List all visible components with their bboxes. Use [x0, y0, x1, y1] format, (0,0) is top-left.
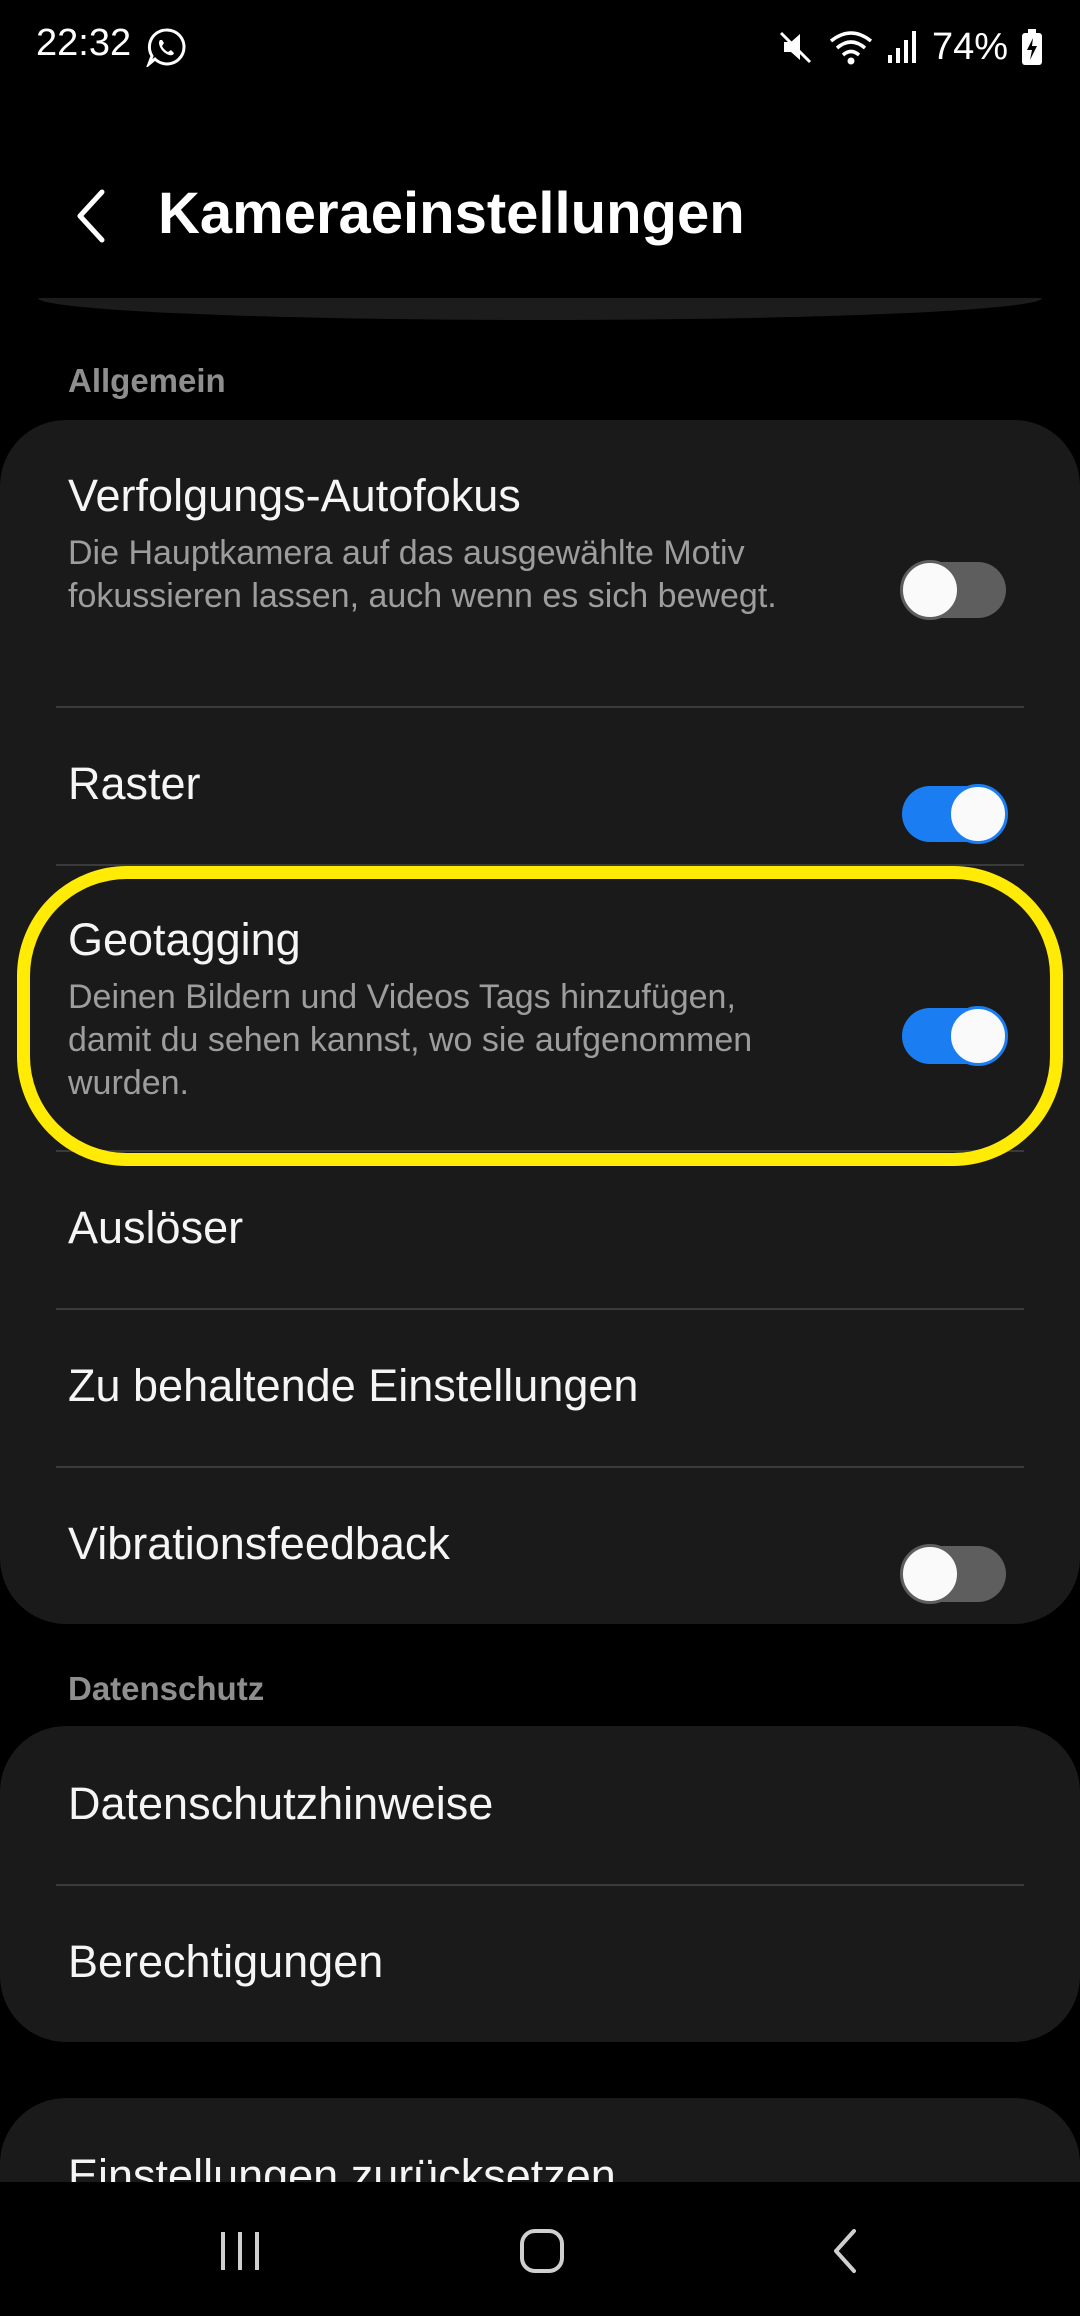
navigation-bar	[0, 2182, 1080, 2316]
divider	[56, 1308, 1024, 1310]
nav-back-icon	[834, 2229, 856, 2273]
setting-geotagging[interactable]: Geotagging Deinen Bildern und Videos Tag…	[68, 914, 1012, 1105]
setting-title: Auslöser	[68, 1202, 244, 1253]
setting-shutter[interactable]: Auslöser	[68, 1202, 1012, 1254]
app-header: Kameraeinstellungen	[0, 150, 1080, 280]
divider	[56, 864, 1024, 866]
setting-description: Die Hauptkamera auf das ausgewählte Moti…	[68, 534, 777, 615]
vibration-feedback-toggle[interactable]	[900, 1544, 1006, 1604]
tracking-autofocus-toggle[interactable]	[900, 560, 1006, 620]
recents-button[interactable]	[190, 2206, 290, 2296]
setting-title: Geotagging	[68, 914, 301, 965]
section-label-general: Allgemein	[68, 362, 226, 399]
status-icons: 74%	[776, 22, 1044, 72]
page-title: Kameraeinstellungen	[158, 181, 745, 246]
setting-settings-to-keep[interactable]: Zu behaltende Einstellungen	[68, 1360, 1012, 1412]
whatsapp-icon	[146, 28, 186, 67]
scroll-edge	[38, 298, 1042, 320]
toggle-knob	[948, 784, 1008, 844]
status-time: 22:32	[36, 22, 132, 64]
setting-title: Datenschutzhinweise	[68, 1778, 494, 1829]
battery-icon	[1022, 29, 1042, 65]
privacy-settings-card: Datenschutzhinweise Berechtigungen	[0, 1726, 1080, 2042]
setting-grid[interactable]: Raster	[68, 758, 1012, 810]
status-bar: 22:32 74%	[0, 0, 1080, 96]
mute-icon	[779, 31, 811, 64]
signal-icon	[887, 31, 916, 63]
divider	[56, 1150, 1024, 1152]
divider	[56, 706, 1024, 708]
home-button[interactable]	[492, 2206, 592, 2296]
geotagging-toggle[interactable]	[902, 1006, 1008, 1066]
nav-back-button[interactable]	[796, 2206, 896, 2296]
section-label-privacy: Datenschutz	[68, 1670, 265, 1707]
toggle-knob	[948, 1006, 1008, 1066]
battery-percent: 74%	[931, 25, 1008, 68]
wifi-icon	[829, 31, 873, 65]
toggle-knob	[900, 560, 960, 620]
setting-title: Vibrationsfeedback	[68, 1518, 450, 1569]
setting-title: Zu behaltende Einstellungen	[68, 1360, 639, 1411]
home-icon	[520, 2229, 564, 2273]
setting-title: Verfolgungs-Autofokus	[68, 470, 521, 521]
back-arrow-icon	[77, 189, 105, 243]
setting-title: Raster	[68, 758, 201, 809]
setting-privacy-notice[interactable]: Datenschutzhinweise	[68, 1778, 1012, 1830]
general-settings-card: Verfolgungs-Autofokus Die Hauptkamera au…	[0, 420, 1080, 1624]
divider	[56, 1884, 1024, 1886]
grid-toggle[interactable]	[902, 784, 1008, 844]
setting-vibration-feedback[interactable]: Vibrationsfeedback	[68, 1518, 1012, 1570]
back-button[interactable]	[50, 176, 130, 256]
setting-title: Berechtigungen	[68, 1936, 384, 1987]
setting-permissions[interactable]: Berechtigungen	[68, 1936, 1012, 1988]
divider	[56, 1466, 1024, 1468]
setting-description: Deinen Bildern und Videos Tags hinzufüge…	[68, 978, 753, 1102]
recents-icon	[221, 2232, 259, 2270]
toggle-knob	[900, 1544, 960, 1604]
setting-tracking-autofocus[interactable]: Verfolgungs-Autofokus Die Hauptkamera au…	[68, 470, 1012, 618]
